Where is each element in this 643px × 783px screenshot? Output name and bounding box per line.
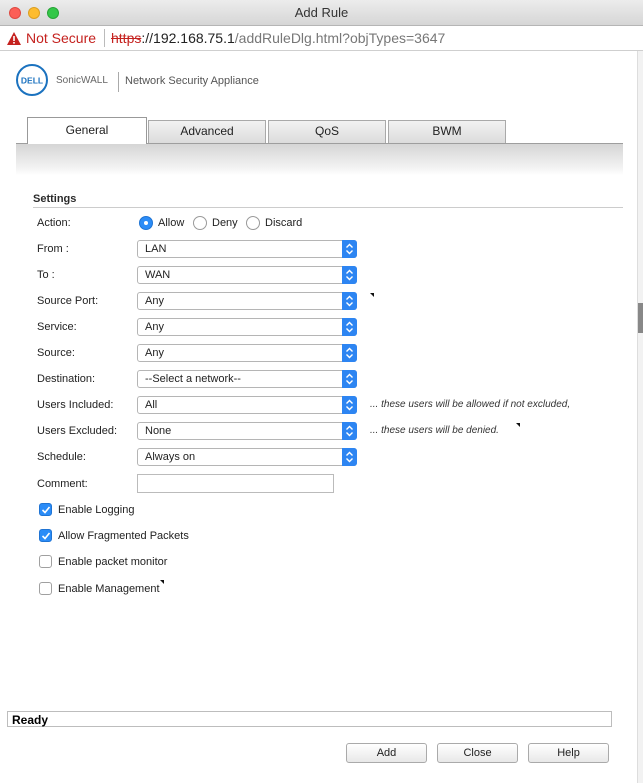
- help-button[interactable]: Help: [528, 743, 609, 763]
- to-label: To :: [37, 269, 55, 281]
- add-button[interactable]: Add: [346, 743, 427, 763]
- info-marker-icon[interactable]: [516, 423, 520, 427]
- logo-text: DELL: [21, 76, 43, 86]
- settings-divider: [33, 207, 623, 208]
- url-divider: [104, 29, 105, 47]
- destination-value: --Select a network--: [145, 373, 241, 385]
- close-button[interactable]: Close: [437, 743, 518, 763]
- source-port-value: Any: [145, 295, 164, 307]
- action-allow-radio[interactable]: [139, 216, 153, 230]
- users-included-select[interactable]: All: [137, 396, 357, 414]
- status-bar: Ready: [7, 711, 612, 727]
- to-value: WAN: [145, 269, 171, 281]
- allow-fragmented-packets-checkbox[interactable]: [39, 529, 52, 542]
- tab-bwm[interactable]: BWM: [388, 120, 506, 143]
- url-host: ://192.168.75.1: [141, 30, 235, 46]
- tab-general[interactable]: General: [27, 117, 147, 144]
- action-deny-label: Deny: [212, 217, 238, 229]
- select-arrows-icon: [342, 318, 357, 336]
- info-marker-icon[interactable]: [370, 293, 374, 297]
- scrollbar-thumb[interactable]: [638, 303, 643, 333]
- to-select[interactable]: WAN: [137, 266, 357, 284]
- security-status: Not Secure: [26, 30, 97, 46]
- select-arrows-icon: [342, 292, 357, 310]
- select-arrows-icon: [342, 344, 357, 362]
- tab-content-band: [16, 143, 623, 175]
- source-label: Source:: [37, 347, 75, 359]
- select-arrows-icon: [342, 422, 357, 440]
- from-select[interactable]: LAN: [137, 240, 357, 258]
- select-arrows-icon: [342, 396, 357, 414]
- tab-advanced[interactable]: Advanced: [148, 120, 266, 143]
- users-included-label: Users Included:: [37, 399, 114, 411]
- enable-management-checkbox[interactable]: [39, 582, 52, 595]
- comment-label: Comment:: [37, 478, 88, 490]
- comment-input[interactable]: [137, 474, 334, 493]
- brand-name: SonicWALL: [56, 75, 108, 86]
- allow-fragmented-packets-label: Allow Fragmented Packets: [58, 530, 189, 542]
- users-included-value: All: [145, 399, 158, 411]
- enable-logging-label: Enable Logging: [58, 504, 135, 516]
- service-value: Any: [145, 321, 164, 333]
- source-select[interactable]: Any: [137, 344, 357, 362]
- status-text: Ready: [12, 713, 49, 727]
- warning-icon: [7, 32, 21, 45]
- header-divider: [118, 72, 119, 92]
- users-excluded-value: None: [145, 425, 172, 437]
- select-arrows-icon: [342, 448, 357, 466]
- address-bar[interactable]: Not Secure https://192.168.75.1/addRuleD…: [0, 26, 643, 51]
- appliance-name: Network Security Appliance: [125, 75, 259, 87]
- settings-heading: Settings: [33, 193, 77, 205]
- source-port-select[interactable]: Any: [137, 292, 357, 310]
- users-included-hint: ... these users will be allowed if not e…: [370, 399, 571, 410]
- enable-packet-monitor-label: Enable packet monitor: [58, 556, 168, 568]
- window-title: Add Rule: [294, 5, 349, 20]
- tab-qos[interactable]: QoS: [268, 120, 386, 143]
- action-discard-radio[interactable]: [246, 216, 260, 230]
- select-arrows-icon: [342, 370, 357, 388]
- action-discard-label: Discard: [265, 217, 303, 229]
- from-value: LAN: [145, 243, 167, 255]
- enable-packet-monitor-checkbox[interactable]: [39, 555, 52, 568]
- title-bar: Add Rule: [0, 0, 643, 26]
- schedule-value: Always on: [145, 451, 196, 463]
- from-label: From :: [37, 243, 69, 255]
- source-value: Any: [145, 347, 164, 359]
- users-excluded-select[interactable]: None: [137, 422, 357, 440]
- users-excluded-label: Users Excluded:: [37, 425, 118, 437]
- users-excluded-hint: ... these users will be denied.: [370, 425, 499, 436]
- scrollbar-track[interactable]: [637, 51, 643, 783]
- url-scheme: https: [111, 30, 142, 46]
- url-text[interactable]: https://192.168.75.1/addRuleDlg.html?obj…: [111, 30, 445, 46]
- select-arrows-icon: [342, 240, 357, 258]
- source-port-label: Source Port:: [37, 295, 99, 307]
- dell-logo: DELL: [16, 64, 48, 96]
- destination-label: Destination:: [37, 373, 96, 385]
- service-select[interactable]: Any: [137, 318, 357, 336]
- action-deny-radio[interactable]: [193, 216, 207, 230]
- schedule-label: Schedule:: [37, 451, 86, 463]
- service-label: Service:: [37, 321, 77, 333]
- url-path: /addRuleDlg.html?objTypes=3647: [234, 30, 446, 46]
- action-label: Action:: [37, 217, 71, 229]
- enable-management-label: Enable Management: [58, 583, 160, 595]
- schedule-select[interactable]: Always on: [137, 448, 357, 466]
- info-marker-icon[interactable]: [160, 580, 164, 584]
- enable-logging-checkbox[interactable]: [39, 503, 52, 516]
- action-allow-label: Allow: [158, 217, 185, 229]
- select-arrows-icon: [342, 266, 357, 284]
- destination-select[interactable]: --Select a network--: [137, 370, 357, 388]
